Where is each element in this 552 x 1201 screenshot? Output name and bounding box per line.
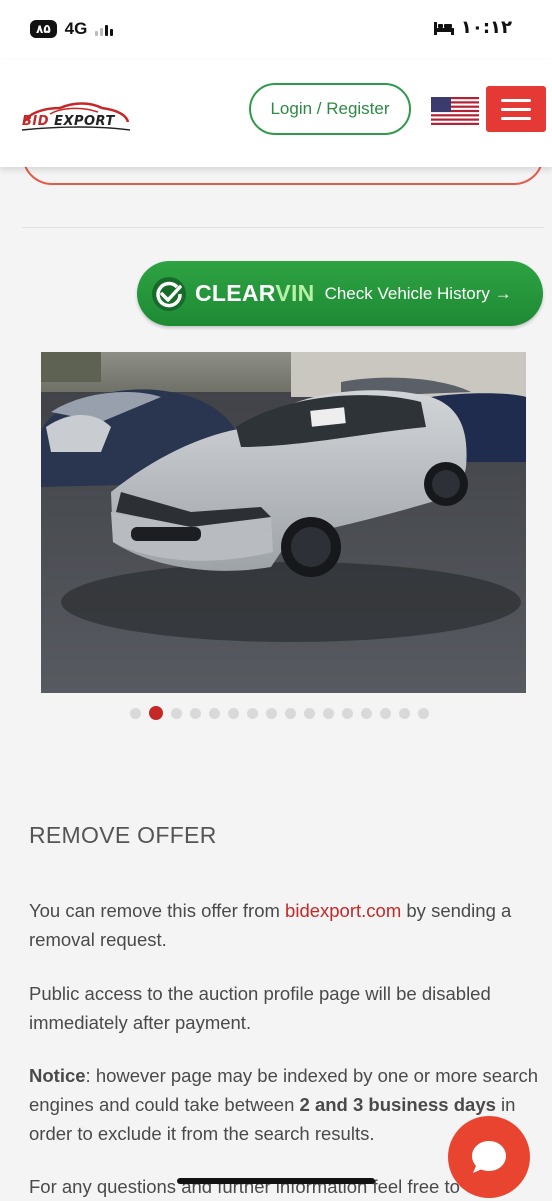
gallery-dot[interactable] (266, 707, 277, 719)
remove-offer-paragraph-1: You can remove this offer from bidexport… (29, 900, 512, 950)
gallery-dot[interactable] (247, 707, 258, 719)
bidexport-link[interactable]: bidexport.com (285, 900, 401, 921)
status-bar: ۸۵ 4G ۱۰:۱۲ (0, 0, 552, 60)
status-right: ۱۰:۱۲ (433, 17, 512, 38)
us-flag-icon[interactable] (431, 97, 479, 125)
signal-icon (95, 22, 114, 36)
divider (22, 227, 544, 228)
clearvin-brand: CLEARVIN (195, 280, 315, 306)
login-register-button[interactable]: Login / Register (249, 83, 411, 135)
arrow-right-icon: → (494, 283, 512, 303)
gallery-dot[interactable] (342, 707, 353, 719)
gallery-dot[interactable] (285, 707, 296, 719)
gallery-dot[interactable] (418, 707, 429, 719)
site-header: BID EXPORT Login / Register (0, 60, 552, 167)
gallery-pagination (130, 706, 429, 720)
gallery-dot[interactable] (304, 707, 315, 719)
battery-indicator: ۸۵ (30, 20, 57, 38)
gallery-dot[interactable] (171, 707, 182, 719)
gallery-dot[interactable] (149, 706, 163, 720)
gallery-dot[interactable] (380, 707, 391, 719)
clearvin-button[interactable]: CLEARVIN Check Vehicle History → (137, 261, 543, 326)
hamburger-menu-icon[interactable] (486, 86, 546, 132)
clock: ۱۰:۱۲ (460, 17, 512, 38)
gallery-dot[interactable] (190, 707, 201, 719)
network-type: 4G (64, 19, 88, 38)
gallery-dot[interactable] (399, 707, 410, 719)
gallery-dot[interactable] (361, 707, 372, 719)
gallery-dot[interactable] (323, 707, 334, 719)
chat-icon (472, 1141, 506, 1173)
remove-offer-paragraph-2: Public access to the auction profile pag… (29, 983, 491, 1033)
gallery-dot[interactable] (209, 707, 220, 719)
logo-text: BID EXPORT (22, 114, 115, 129)
remove-offer-title: REMOVE OFFER (29, 822, 217, 848)
chat-button[interactable] (448, 1116, 530, 1198)
status-left: ۸۵ 4G (30, 19, 114, 39)
bed-icon (433, 21, 454, 35)
home-indicator[interactable] (177, 1178, 375, 1184)
gallery-dot[interactable] (228, 707, 239, 719)
vehicle-photo[interactable] (41, 352, 526, 693)
silver-sedan-photo (41, 352, 526, 693)
check-circle-icon (152, 276, 186, 311)
gallery-dot[interactable] (130, 707, 141, 719)
clearvin-label: Check Vehicle History → (324, 283, 512, 303)
